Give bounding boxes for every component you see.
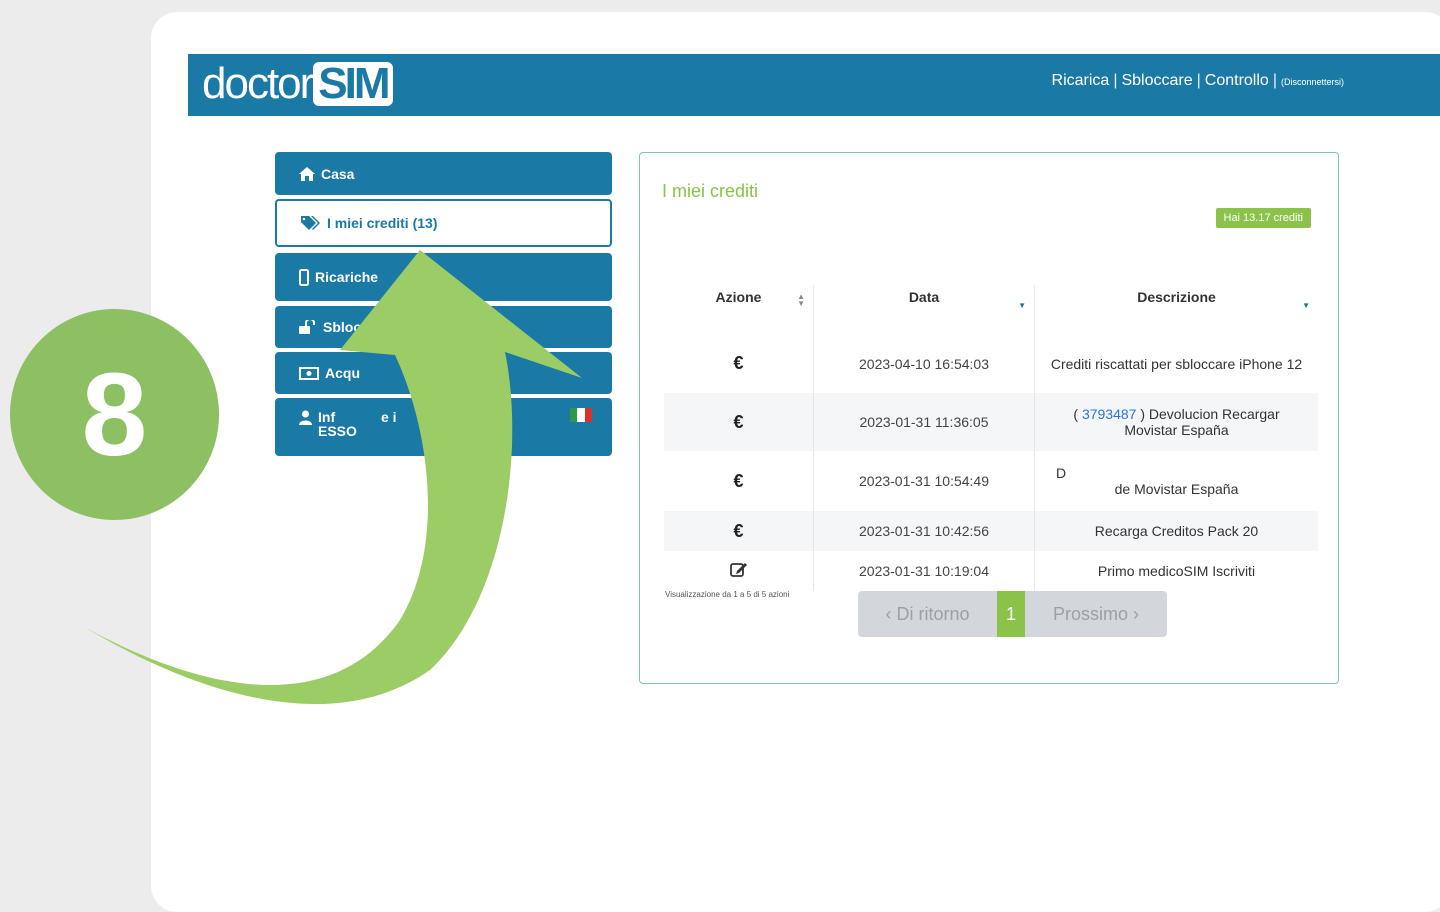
table-info: Visualizzazione da 1 a 5 di 5 azioni [665,590,790,599]
user-icon [299,410,312,425]
nav-controllo[interactable]: Controllo [1205,72,1269,90]
sidebar-item-label: Acqu [325,365,360,381]
edit-icon [729,562,747,577]
date-cell: 2023-04-10 16:54:03 [813,334,1035,393]
phone-icon [299,268,309,286]
next-page-button[interactable]: Prossimo › [1025,591,1167,637]
sidebar-item-label: Sblocch [323,319,378,335]
description-cell: ( 3793487 ) Devolucion Recargar Movistar… [1034,393,1318,451]
logo-sim-box: SIM [313,62,393,106]
nav-separator: | [1113,72,1118,89]
prev-page-button[interactable]: ‹ Di ritorno [858,591,997,637]
column-header-data[interactable]: Data ▼ [813,285,1035,334]
step-number-badge: 8 [10,309,219,520]
sort-desc-icon: ▼ [1018,301,1026,310]
date-cell: 2023-01-31 10:42:56 [813,511,1035,551]
table-row: € 2023-01-31 11:36:05 ( 3793487 ) Devolu… [664,393,1318,451]
date-cell: 2023-01-31 11:36:05 [813,393,1035,451]
desc-text: de Movistar España [1114,481,1239,497]
panel-title: I miei crediti [662,181,759,201]
top-nav: Ricarica | Sbloccare | Controllo | (Disc… [1052,72,1344,90]
money-icon [299,366,319,380]
sidebar-item-label: I miei crediti (13) [327,215,438,231]
tags-icon [301,216,320,230]
desc-text: ( [1073,406,1082,422]
italy-flag-icon[interactable] [570,408,592,422]
desc-text: ) Devolucion Recargar [1136,406,1280,422]
header-label: Data [908,289,940,305]
sort-desc-icon: ▼ [1302,301,1310,310]
sidebar-item-sbloccare[interactable]: Sblocch [275,306,612,348]
description-cell: D de Movistar España [1035,451,1319,511]
description-cell: Recarga Creditos Pack 20 [1034,511,1318,551]
table-row: 2023-01-31 10:19:04 Primo medicoSIM Iscr… [664,551,1318,591]
sidebar-item-label: Ricariche [315,269,379,285]
desc-text: Movistar España [1124,422,1229,438]
nav-ricarica[interactable]: Ricarica [1052,72,1110,90]
description-cell: Primo medicoSIM Iscriviti [1097,563,1256,579]
sidebar-item-ricariche[interactable]: Ricariche [275,253,612,301]
credits-table: Azione ▲ ▼ Data ▼ Descrizione ▼ € 2023-04… [664,285,1318,591]
description-cell: Crediti riscattati per sbloccare iPhone … [1050,355,1303,372]
table-row: € 2023-04-10 16:54:03 Crediti riscattati… [664,334,1318,393]
action-cell[interactable]: € [664,393,814,451]
top-navbar: doctor SIM Ricarica | Sbloccare | Control… [188,54,1440,116]
column-header-descrizione[interactable]: Descrizione ▼ [1035,285,1319,334]
home-icon [299,166,315,181]
nav-sbloccare[interactable]: Sbloccare [1121,72,1192,90]
credits-badge: Hai 13.17 crediti [1215,208,1311,228]
sidebar-item-label: Casa [321,165,355,182]
nav-separator: | [1196,72,1201,89]
header-label: Azione [715,289,762,305]
sidebar-item-label-line2: ESSO [318,423,357,439]
date-cell: 2023-01-31 10:19:04 [813,551,1035,591]
table-row: € 2023-01-31 10:42:56 Recarga Creditos P… [664,511,1318,551]
table-row: € 2023-01-31 10:54:49 D de Movistar Espa… [664,451,1318,511]
action-cell[interactable]: € [664,451,814,511]
sidebar-item-label-end: ni - [436,409,458,425]
action-cell[interactable]: € [664,511,814,551]
sidebar-item-acquisti[interactable]: Acqu [275,352,612,394]
nav-separator: | [1272,72,1277,89]
doctorsim-logo[interactable]: doctor SIM [202,59,393,108]
sidebar-item-crediti[interactable]: I miei crediti (13) [275,199,612,247]
pagination: ‹ Di ritorno 1 Prossimo › [858,591,1167,637]
logo-text: doctor [202,59,314,108]
date-cell: 2023-01-31 10:54:49 [813,451,1035,511]
sidebar-item-casa[interactable]: Casa [275,152,612,195]
credits-panel: I miei crediti Hai 13.17 crediti Azione … [639,152,1339,684]
sort-icon: ▲ ▼ [797,292,805,308]
action-cell[interactable]: € [664,334,814,393]
logout-link[interactable]: (Disconnettersi) [1281,77,1344,87]
sidebar-item-text: Inf e i ni - ESSO [318,410,457,438]
action-cell[interactable] [664,551,814,591]
desc-text: D [1056,465,1067,481]
current-page-button[interactable]: 1 [997,591,1025,637]
header-label: Descrizione [1137,289,1216,305]
sidebar-item-label-mid: e i [381,409,397,425]
order-link[interactable]: 3793487 [1082,406,1137,422]
column-header-azione[interactable]: Azione ▲ ▼ [664,285,814,334]
unlock-icon [299,320,315,334]
sidebar-item-info[interactable]: Inf e i ni - ESSO [275,398,612,456]
